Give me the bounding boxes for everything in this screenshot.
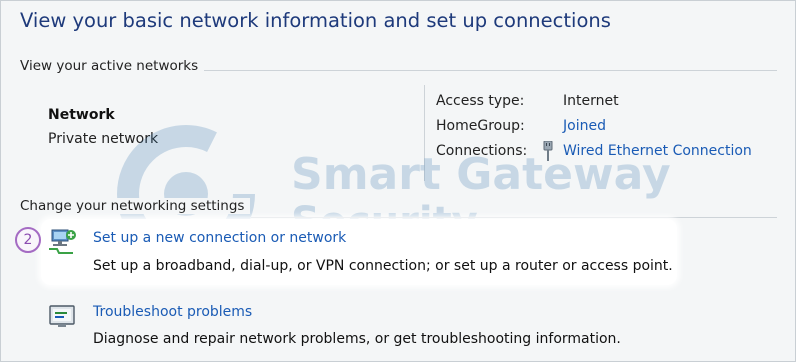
troubleshoot-icon: [49, 305, 75, 327]
network-category: Private network: [48, 131, 159, 147]
access-type-value: Internet: [563, 93, 619, 109]
wired-connection-link[interactable]: Wired Ethernet Connection: [563, 143, 752, 159]
troubleshoot-description: Diagnose and repair network problems, or…: [93, 331, 621, 347]
network-sharing-center-panel: View your basic network information and …: [0, 0, 796, 362]
active-networks-heading: View your active networks: [20, 58, 205, 74]
vertical-divider: [424, 85, 425, 181]
connections-label: Connections:: [436, 143, 528, 159]
page-title: View your basic network information and …: [20, 9, 611, 32]
access-type-label: Access type:: [436, 93, 525, 109]
homegroup-label: HomeGroup:: [436, 118, 525, 134]
setup-connection-link[interactable]: Set up a new connection or network: [93, 230, 346, 246]
section-divider: [251, 217, 777, 218]
setup-connection-description: Set up a broadband, dial-up, or VPN conn…: [93, 258, 673, 274]
section-divider: [201, 70, 777, 71]
troubleshoot-link[interactable]: Troubleshoot problems: [93, 304, 252, 320]
new-connection-icon: [49, 229, 76, 254]
network-name: Network: [48, 107, 115, 123]
settings-heading: Change your networking settings: [20, 198, 251, 214]
homegroup-link[interactable]: Joined: [563, 118, 606, 134]
ethernet-icon: [543, 141, 553, 161]
highlighted-task: [41, 219, 677, 285]
step-badge: 2: [15, 227, 41, 253]
